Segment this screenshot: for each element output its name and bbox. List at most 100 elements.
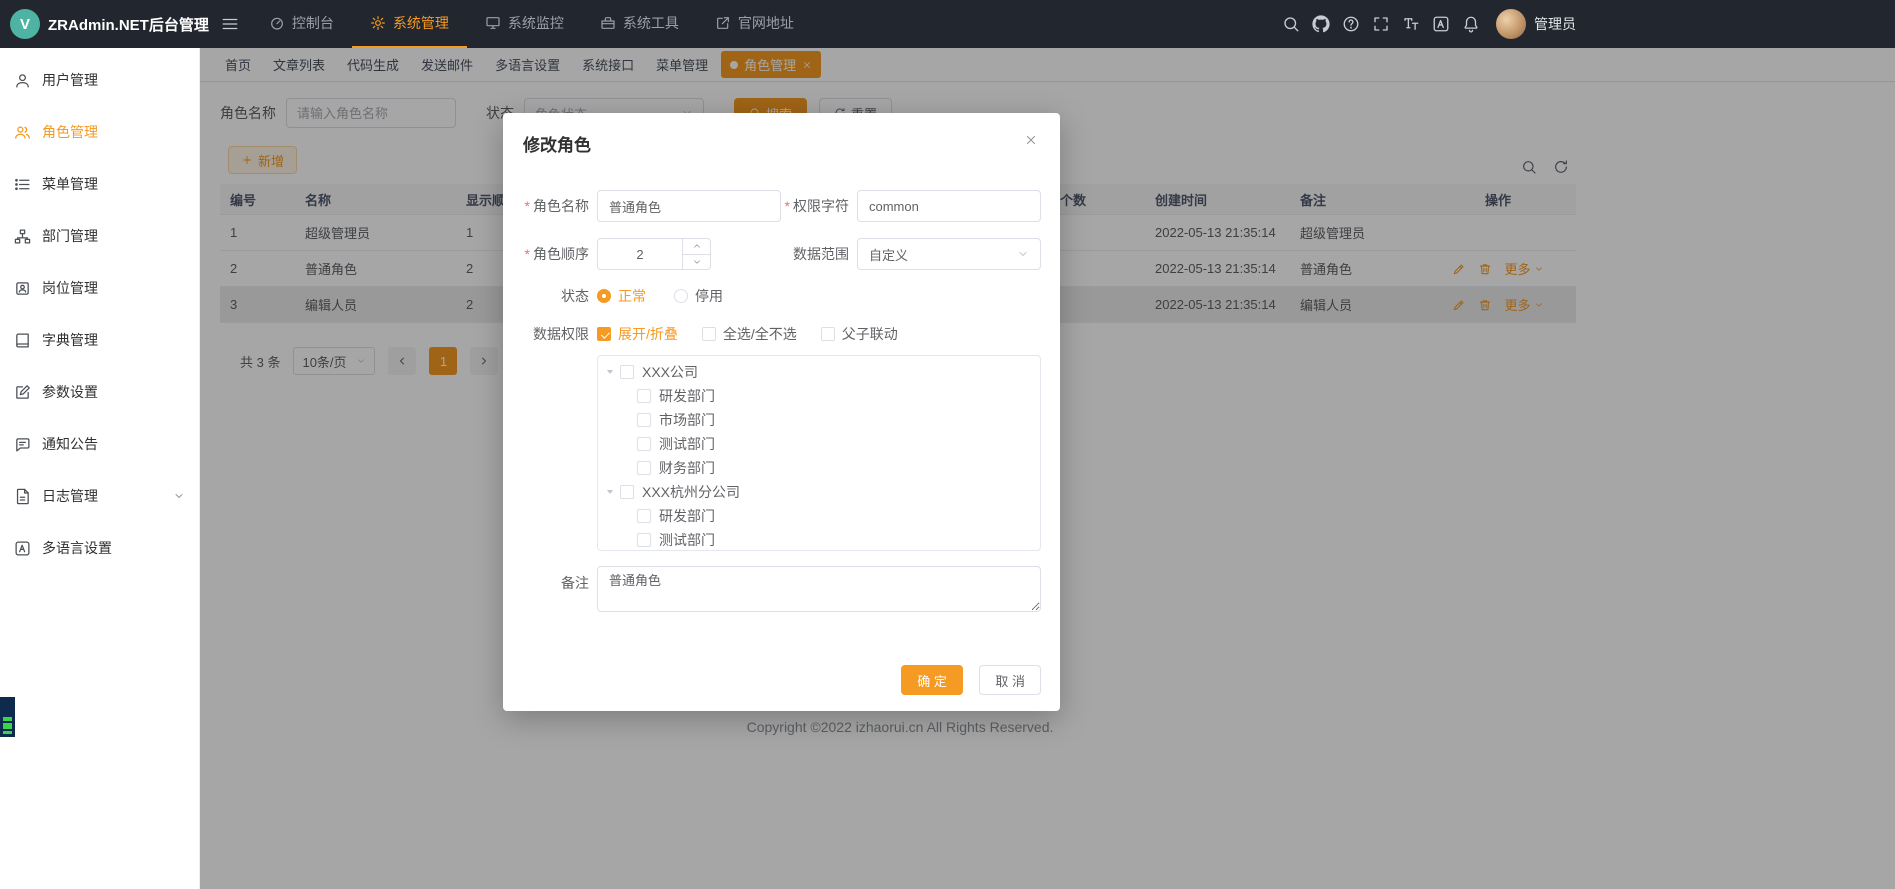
- help-icon: [1342, 15, 1360, 33]
- confirm-button[interactable]: 确 定: [901, 665, 963, 695]
- tree-node-checkbox[interactable]: [637, 413, 651, 427]
- tree-node[interactable]: 研发部门: [598, 384, 1040, 408]
- form-row: 数据权限 展开/折叠 全选/全不选 父子联动: [516, 326, 1060, 342]
- sidebar-item-department-management[interactable]: 部门管理: [0, 210, 199, 262]
- tree-node-checkbox[interactable]: [637, 533, 651, 547]
- topnav-system-management[interactable]: 系统管理: [352, 0, 467, 48]
- chevron-down-icon: [173, 490, 185, 502]
- logo-icon: V: [10, 9, 40, 39]
- status-radio-normal[interactable]: 正常: [597, 286, 646, 306]
- hamburger-icon: [221, 15, 239, 33]
- bell-icon: [1462, 15, 1480, 33]
- external-link-icon: [715, 15, 731, 31]
- radio-dot: [597, 289, 611, 303]
- sidebar-item-log-management[interactable]: 日志管理: [0, 470, 199, 522]
- sidebar-item-menu-management[interactable]: 菜单管理: [0, 158, 199, 210]
- form-row: *角色顺序 2 数据范围 自定义: [516, 238, 1060, 270]
- header-search-button[interactable]: [1276, 0, 1306, 48]
- chevron-down-icon: [692, 257, 702, 267]
- search-icon: [1282, 15, 1300, 33]
- close-icon: [1024, 133, 1038, 147]
- tree-node[interactable]: 测试部门: [598, 528, 1040, 551]
- chevron-up-icon: [692, 241, 702, 251]
- tree-node[interactable]: XXX杭州分公司: [598, 480, 1040, 504]
- status-radio-disabled[interactable]: 停用: [674, 286, 723, 306]
- widget-bar: [3, 723, 12, 729]
- role-name-input[interactable]: [597, 190, 781, 222]
- data-permission-label: 数据权限: [516, 324, 597, 344]
- sidebar-item-parameter-settings[interactable]: 参数设置: [0, 366, 199, 418]
- sitemap-icon: [14, 228, 31, 245]
- github-icon: [1312, 15, 1330, 33]
- data-scope-select[interactable]: 自定义: [857, 238, 1041, 270]
- permission-tree: XXX公司 研发部门 市场部门 测试部门 财务部门 XXX杭州分公司 研发部门 …: [597, 355, 1041, 551]
- form-row: *角色名称 *权限字符: [516, 190, 1060, 222]
- help-button[interactable]: [1336, 0, 1366, 48]
- app-title: ZRAdmin.NET后台管理: [48, 14, 209, 35]
- sidebar-item-post-management[interactable]: 岗位管理: [0, 262, 199, 314]
- header-tools: 管理员: [1276, 0, 1576, 48]
- role-sort-label: *角色顺序: [516, 244, 597, 264]
- sidebar-item-role-management[interactable]: 角色管理: [0, 106, 199, 158]
- dialog-footer: 确 定 取 消: [503, 665, 1060, 695]
- parent-child-link-checkbox[interactable]: 父子联动: [821, 324, 898, 344]
- fullscreen-button[interactable]: [1366, 0, 1396, 48]
- sidebar-item-language-settings[interactable]: 多语言设置: [0, 522, 199, 574]
- sidebar-item-notice-announcement[interactable]: 通知公告: [0, 418, 199, 470]
- select-all-checkbox[interactable]: 全选/全不选: [702, 324, 797, 344]
- sidebar-item-dictionary-management[interactable]: 字典管理: [0, 314, 199, 366]
- topnav-system-monitor[interactable]: 系统监控: [467, 0, 582, 48]
- topnav-system-tools[interactable]: 系统工具: [582, 0, 697, 48]
- tree-node-checkbox[interactable]: [637, 437, 651, 451]
- status-label: 状态: [516, 286, 597, 306]
- caret-down-icon[interactable]: [604, 366, 616, 378]
- form-row: 备注 普通角色: [516, 566, 1060, 612]
- expand-collapse-checkbox[interactable]: 展开/折叠: [597, 324, 678, 344]
- tree-node-checkbox[interactable]: [637, 461, 651, 475]
- tree-node[interactable]: 研发部门: [598, 504, 1040, 528]
- language-button[interactable]: [1426, 0, 1456, 48]
- role-key-label: *权限字符: [781, 196, 857, 216]
- checkbox-box: [821, 327, 835, 341]
- form-row: 状态 正常 停用: [516, 286, 1060, 306]
- tree-node[interactable]: 财务部门: [598, 456, 1040, 480]
- tree-node[interactable]: XXX公司: [598, 360, 1040, 384]
- dialog-close-button[interactable]: [1022, 131, 1040, 149]
- app-logo: V ZRAdmin.NET后台管理: [0, 9, 209, 39]
- username[interactable]: 管理员: [1534, 14, 1576, 34]
- tree-node-checkbox[interactable]: [637, 509, 651, 523]
- remark-textarea[interactable]: 普通角色: [597, 566, 1041, 612]
- fullscreen-icon: [1372, 15, 1390, 33]
- edit-role-dialog: 修改角色 *角色名称 *权限字符 *角色顺序 2 数据范围 自定义 状态: [503, 113, 1060, 711]
- tree-node[interactable]: 测试部门: [598, 432, 1040, 456]
- font-size-icon: [1402, 15, 1420, 33]
- role-key-input[interactable]: [857, 190, 1041, 222]
- radio-dot: [674, 289, 688, 303]
- sort-decrease-button[interactable]: [683, 255, 710, 270]
- role-sort-stepper[interactable]: 2: [597, 238, 711, 270]
- sidebar-item-user-management[interactable]: 用户管理: [0, 54, 199, 106]
- app-header: V ZRAdmin.NET后台管理 控制台 系统管理 系统监控 系统工具 官网地…: [0, 0, 1895, 48]
- gear-icon: [370, 15, 386, 31]
- top-nav: 控制台 系统管理 系统监控 系统工具 官网地址: [251, 0, 812, 48]
- tree-node-checkbox[interactable]: [637, 389, 651, 403]
- sidebar-toggle-button[interactable]: [209, 0, 251, 48]
- user-avatar[interactable]: [1496, 9, 1526, 39]
- cancel-button[interactable]: 取 消: [979, 665, 1041, 695]
- tree-node[interactable]: 市场部门: [598, 408, 1040, 432]
- topnav-console[interactable]: 控制台: [251, 0, 352, 48]
- caret-down-icon[interactable]: [604, 486, 616, 498]
- tree-node-checkbox[interactable]: [620, 485, 634, 499]
- tree-node-checkbox[interactable]: [620, 365, 634, 379]
- github-button[interactable]: [1306, 0, 1336, 48]
- checkbox-box: [702, 327, 716, 341]
- chevron-down-icon: [1017, 248, 1029, 260]
- sort-increase-button[interactable]: [683, 239, 710, 255]
- document-icon: [14, 488, 31, 505]
- users-icon: [14, 124, 31, 141]
- dialog-header: 修改角色: [503, 113, 1060, 155]
- badge-icon: [14, 280, 31, 297]
- notifications-button[interactable]: [1456, 0, 1486, 48]
- topnav-official-site[interactable]: 官网地址: [697, 0, 812, 48]
- font-size-button[interactable]: [1396, 0, 1426, 48]
